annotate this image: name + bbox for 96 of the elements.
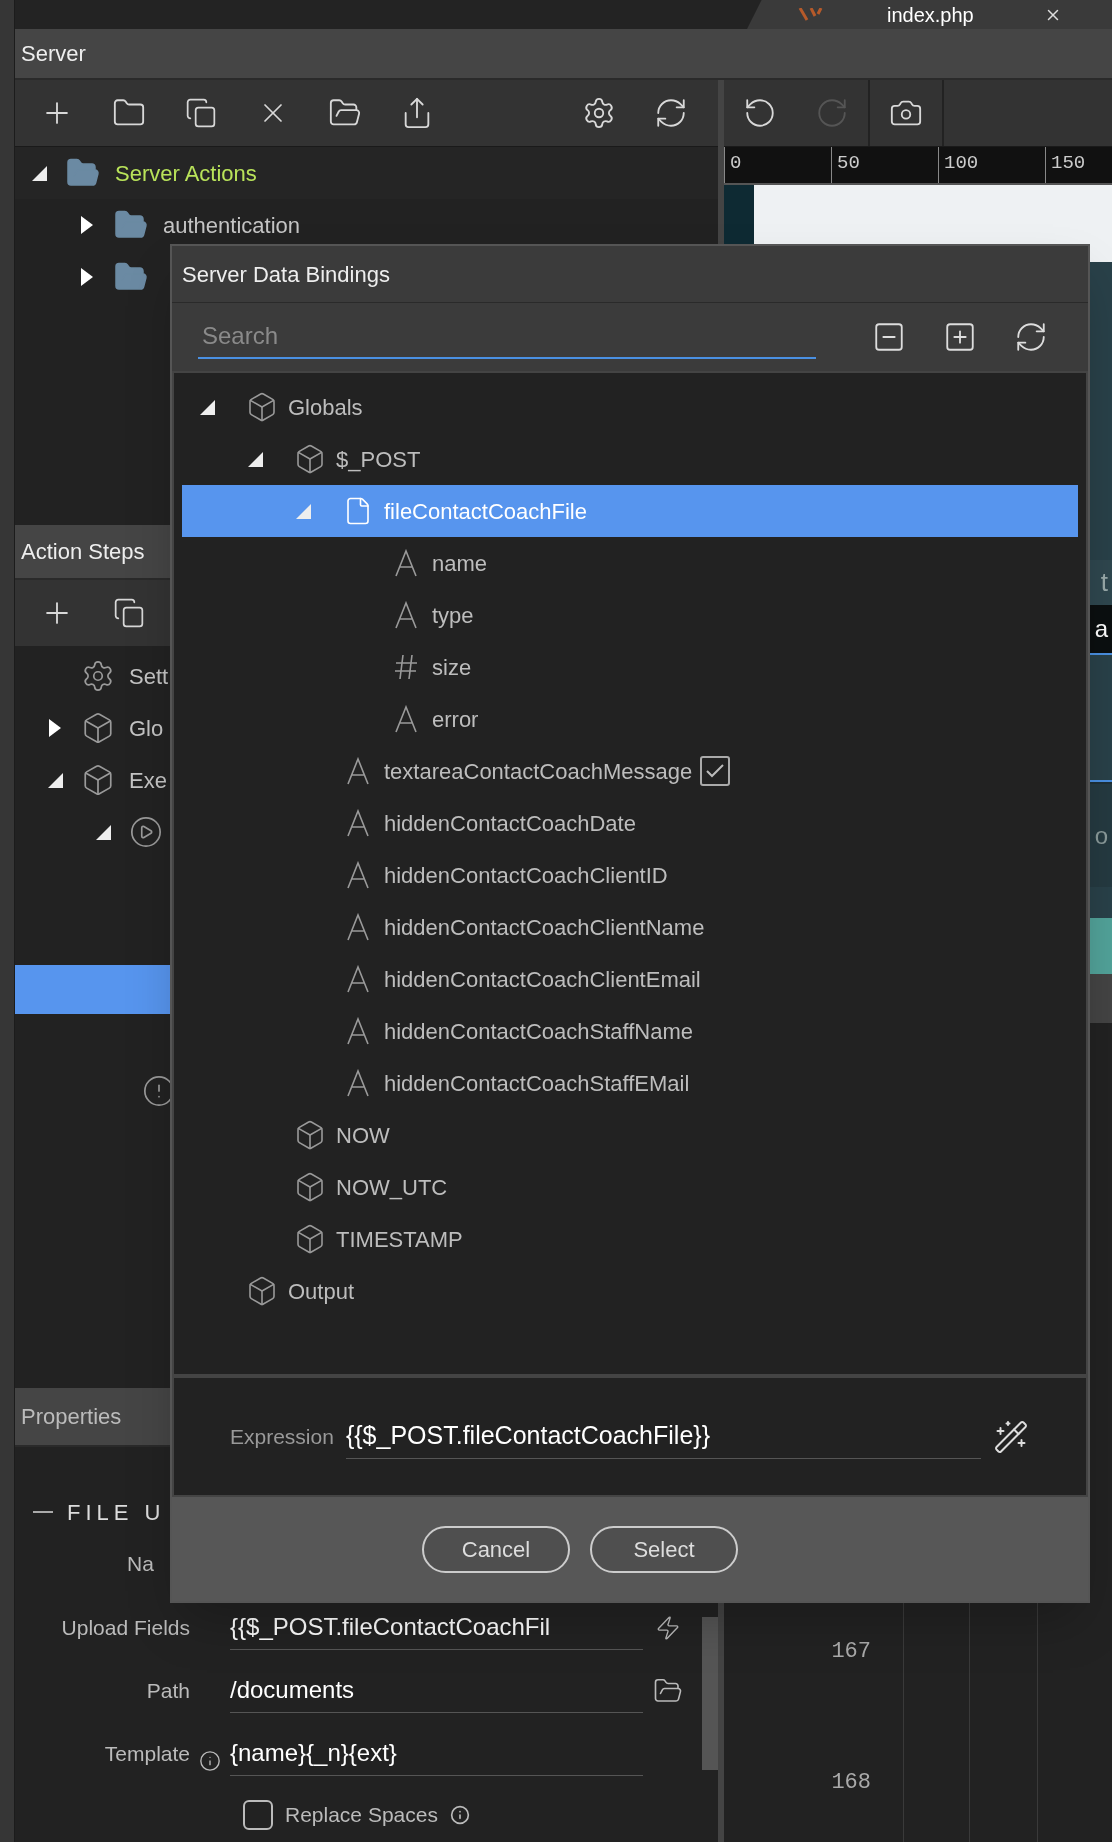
letter-type-icon — [393, 549, 419, 577]
expand-all-icon[interactable] — [943, 320, 977, 354]
refresh-icon[interactable] — [654, 96, 688, 130]
expanded-triangle-icon[interactable] — [198, 398, 216, 416]
binding-row[interactable]: size — [182, 641, 1078, 693]
field-label: Template — [103, 1740, 190, 1767]
checkbox-label: Replace Spaces — [285, 1802, 438, 1828]
play-icon — [129, 815, 163, 849]
panel-title: Properties — [21, 1403, 122, 1431]
letter-type-icon — [345, 913, 371, 941]
settings-icon[interactable] — [582, 96, 616, 130]
hash-icon — [393, 653, 419, 681]
ruler-label: 100 — [944, 152, 979, 174]
binding-row[interactable]: NOW — [182, 1109, 1078, 1161]
expanded-triangle-icon[interactable] — [30, 164, 48, 182]
collapse-all-icon[interactable] — [872, 320, 906, 354]
expression-label: Expression — [230, 1423, 334, 1450]
binding-row[interactable]: type — [182, 589, 1078, 641]
binding-row[interactable]: hiddenContactCoachClientID — [182, 849, 1078, 901]
binding-row[interactable]: textareaContactCoachMessage — [182, 745, 1078, 797]
binding-row[interactable]: NOW_UTC — [182, 1161, 1078, 1213]
canvas-text: o — [1094, 820, 1108, 851]
dialog-button[interactable]: Select — [590, 1525, 738, 1573]
collapsed-triangle-icon[interactable] — [80, 267, 94, 287]
checkmark-icon — [705, 763, 726, 779]
binding-row[interactable]: Output — [182, 1265, 1078, 1317]
text-field[interactable]: {{$_POST.fileContactCoachFil — [230, 1605, 643, 1650]
step-label[interactable]: Exe — [129, 763, 167, 797]
field-label: Path — [145, 1677, 190, 1704]
letter-type-icon — [345, 861, 371, 889]
lightning-icon[interactable] — [655, 1614, 681, 1641]
line-number: 167 — [831, 1638, 871, 1666]
tree-item[interactable]: authentication — [163, 208, 300, 242]
tree-item[interactable]: Server Actions — [115, 156, 257, 190]
cube-icon — [294, 1119, 326, 1151]
binding-row[interactable]: error — [182, 693, 1078, 745]
binding-row[interactable]: Globals — [182, 381, 1078, 433]
tab-title: index.php — [887, 2, 974, 27]
panel-title: Action Steps — [21, 538, 145, 566]
expanded-triangle-icon[interactable] — [246, 450, 264, 468]
expanded-triangle-icon[interactable] — [94, 823, 112, 841]
expression-field[interactable]: {{$_POST.fileContactCoachFile}} — [345, 1414, 981, 1459]
collapsed-triangle-icon[interactable] — [48, 718, 62, 738]
cube-icon — [294, 1223, 326, 1255]
binding-row[interactable]: TIMESTAMP — [182, 1213, 1078, 1265]
binding-row[interactable]: hiddenContactCoachClientEmail — [182, 953, 1078, 1005]
cube-icon — [81, 763, 115, 797]
expanded-triangle-icon[interactable] — [46, 771, 64, 789]
field-label: Na — [127, 1551, 154, 1578]
letter-type-icon — [345, 757, 371, 785]
cube-icon — [246, 1275, 278, 1307]
canvas-text: a — [1094, 614, 1108, 644]
binding-row[interactable]: hiddenContactCoachClientName — [182, 901, 1078, 953]
collapsed-triangle-icon[interactable] — [80, 215, 94, 235]
letter-type-icon — [345, 965, 371, 993]
checkbox[interactable] — [700, 756, 731, 786]
letter-type-icon — [345, 1069, 371, 1097]
ruler-label: 50 — [837, 152, 860, 174]
dialog-button[interactable]: Cancel — [422, 1525, 570, 1573]
step-label[interactable]: Glo — [129, 711, 164, 745]
letter-type-icon — [393, 705, 419, 733]
binding-row[interactable]: $_POST — [182, 433, 1078, 485]
scrollbar-thumb[interactable] — [702, 1617, 718, 1770]
editor-tab[interactable]: index.php — [747, 0, 1112, 29]
info-icon[interactable] — [449, 1804, 470, 1825]
search-field[interactable]: Search — [198, 315, 816, 359]
text-field[interactable]: /documents — [230, 1668, 643, 1713]
cube-icon — [294, 1171, 326, 1203]
cube-icon — [294, 443, 326, 475]
copy-icon[interactable] — [185, 97, 217, 129]
cube-icon — [246, 391, 278, 423]
section-title: FILE U — [67, 1498, 166, 1527]
letter-type-icon — [345, 809, 371, 837]
ruler-label: 150 — [1051, 152, 1086, 174]
field-label: Upload Fields — [60, 1614, 190, 1641]
info-icon[interactable] — [199, 1749, 221, 1772]
copy-icon[interactable] — [113, 597, 145, 629]
letter-type-icon — [393, 601, 419, 629]
ruler-label: 0 — [730, 152, 742, 174]
refresh-icon[interactable] — [1014, 320, 1048, 354]
panel-title: Server — [21, 40, 86, 68]
undo-icon[interactable] — [743, 96, 777, 130]
binding-row[interactable]: hiddenContactCoachDate — [182, 797, 1078, 849]
line-number: 168 — [831, 1769, 871, 1797]
binding-row[interactable]: hiddenContactCoachStaffEMail — [182, 1057, 1078, 1109]
settings-icon — [81, 659, 115, 693]
canvas-text: t — [1100, 566, 1108, 599]
binding-row[interactable]: hiddenContactCoachStaffName — [182, 1005, 1078, 1057]
text-field[interactable]: {name}{_n}{ext} — [230, 1731, 643, 1776]
binding-row[interactable]: name — [182, 537, 1078, 589]
step-label[interactable]: Sett — [129, 659, 169, 693]
magic-wand-icon[interactable] — [992, 1418, 1029, 1455]
dialog-title: Server Data Bindings — [182, 260, 390, 289]
cube-icon — [81, 711, 115, 745]
checkbox[interactable] — [243, 1799, 273, 1830]
letter-type-icon — [345, 1017, 371, 1045]
